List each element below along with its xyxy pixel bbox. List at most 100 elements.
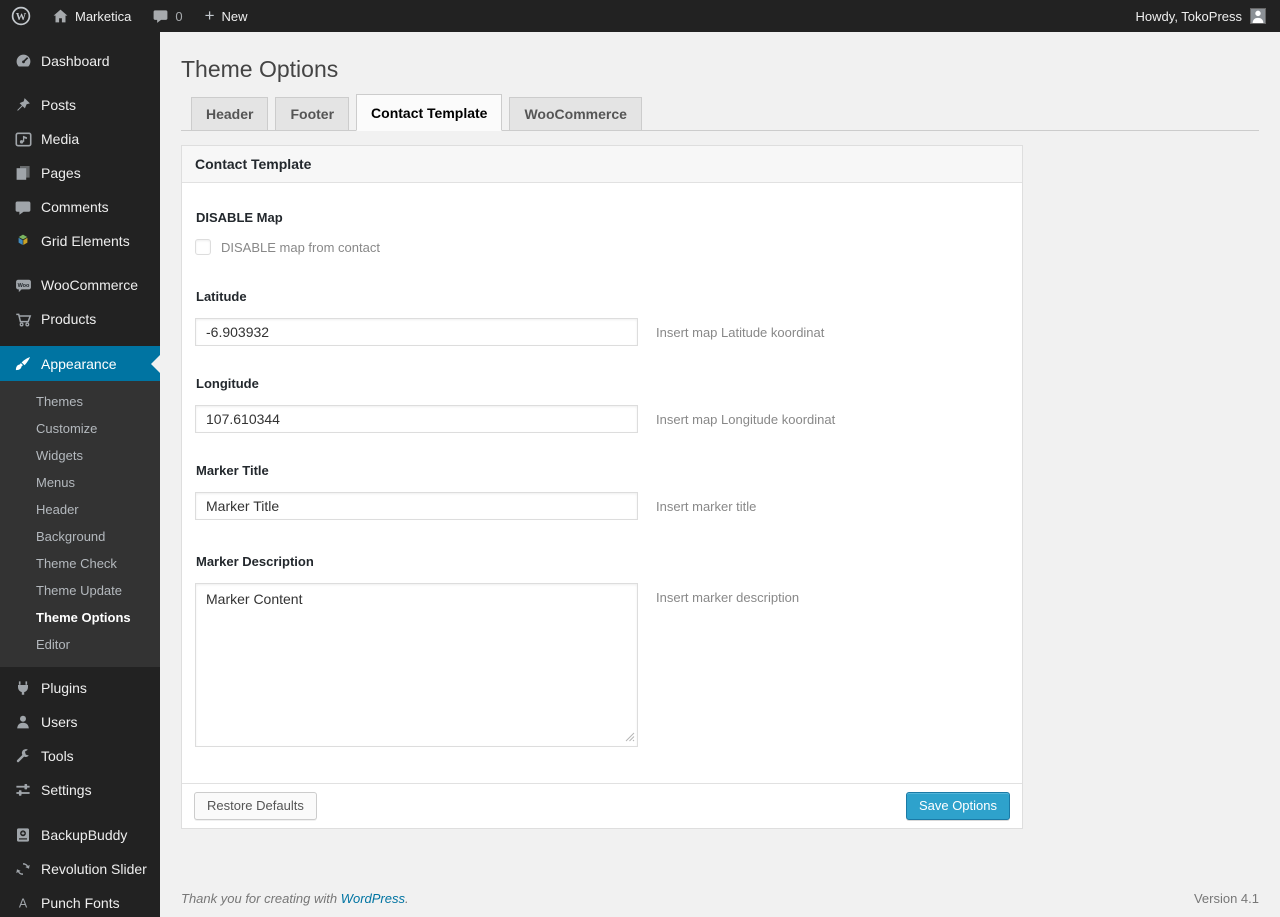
help-text: Insert map Longitude koordinat (656, 412, 836, 427)
sidebar-item-plugins[interactable]: Plugins (0, 671, 160, 705)
submenu-item-themes[interactable]: Themes (0, 388, 160, 415)
sidebar-item-dashboard[interactable]: Dashboard (0, 44, 160, 78)
sidebar-label: Media (41, 131, 80, 147)
media-icon (13, 129, 33, 149)
sidebar-item-users[interactable]: Users (0, 705, 160, 739)
howdy-text: Howdy, TokoPress (1135, 8, 1242, 24)
tab-bar: Header Footer Contact Template WooCommer… (181, 94, 1259, 131)
new-content-menu[interactable]: + New (194, 0, 259, 32)
field-label: Latitude (196, 289, 247, 304)
panel-body: DISABLE Map DISABLE map from contact Lat… (182, 183, 1022, 783)
field-group-longitude: Longitude Insert map Longitude koordinat (195, 376, 1009, 433)
field-group-marker-description: Marker Description Insert marker descrip… (195, 554, 1009, 747)
thanks-text: Thank you for creating with (181, 891, 341, 906)
footer-thanks: Thank you for creating with WordPress. (181, 891, 409, 906)
sidebar-item-woocommerce[interactable]: Woo WooCommerce (0, 268, 160, 302)
new-label: New (221, 8, 248, 24)
comment-bubble-icon (153, 9, 168, 23)
tab-woocommerce[interactable]: WooCommerce (509, 97, 642, 130)
pages-icon (13, 163, 33, 183)
comments-menu[interactable]: 0 (142, 0, 193, 32)
sidebar-label: Users (41, 714, 78, 730)
svg-text:W: W (16, 12, 27, 23)
sidebar-label: Pages (41, 165, 81, 181)
panel-footer: Restore Defaults Save Options (182, 783, 1022, 828)
submenu-item-theme-check[interactable]: Theme Check (0, 550, 160, 577)
sidebar-item-settings[interactable]: Settings (0, 773, 160, 807)
sidebar-item-appearance[interactable]: Appearance (0, 346, 160, 381)
submenu-item-widgets[interactable]: Widgets (0, 442, 160, 469)
submenu-item-background[interactable]: Background (0, 523, 160, 550)
site-name-menu[interactable]: Marketica (42, 0, 142, 32)
woocommerce-icon: Woo (13, 275, 33, 295)
tab-contact-template[interactable]: Contact Template (356, 94, 503, 131)
help-text: Insert map Latitude koordinat (656, 325, 825, 340)
comment-icon (13, 197, 33, 217)
sidebar-item-media[interactable]: Media (0, 122, 160, 156)
home-icon (53, 9, 68, 23)
panel-title: Contact Template (182, 146, 1022, 183)
sidebar-label: Punch Fonts (41, 895, 120, 911)
sidebar-item-pages[interactable]: Pages (0, 156, 160, 190)
current-menu-arrow (151, 354, 160, 373)
field-label: Marker Description (196, 554, 314, 569)
wordpress-link[interactable]: WordPress (341, 891, 405, 906)
site-name: Marketica (75, 8, 132, 24)
sidebar-item-products[interactable]: Products (0, 302, 160, 336)
help-text: Insert marker description (656, 590, 800, 605)
sidebar-item-comments[interactable]: Comments (0, 190, 160, 224)
settings-icon (13, 780, 33, 800)
admin-bar: W Marketica 0 + New Howdy, TokoPress (0, 0, 1280, 32)
submenu-item-customize[interactable]: Customize (0, 415, 160, 442)
sidebar-item-backupbuddy[interactable]: BackupBuddy (0, 818, 160, 852)
sidebar-item-grid-elements[interactable]: Grid Elements (0, 224, 160, 258)
submenu-item-menus[interactable]: Menus (0, 469, 160, 496)
submenu-item-editor[interactable]: Editor (0, 631, 160, 658)
sidebar-label: Grid Elements (41, 233, 130, 249)
wordpress-logo-icon: W (11, 6, 31, 26)
admin-sidebar: Dashboard Posts Media Pages Comments Gri… (0, 32, 160, 917)
marker-description-textarea[interactable] (195, 583, 638, 747)
checkbox-label[interactable]: DISABLE map from contact (221, 240, 380, 255)
sidebar-label: Posts (41, 97, 77, 113)
plus-icon: + (204, 5, 215, 25)
pushpin-icon (13, 95, 33, 115)
longitude-input[interactable] (195, 405, 638, 433)
submenu-item-header[interactable]: Header (0, 496, 160, 523)
svg-text:Woo: Woo (17, 282, 29, 288)
field-group-disable-map: DISABLE Map DISABLE map from contact (195, 210, 1009, 255)
avatar (1250, 8, 1266, 24)
sidebar-item-posts[interactable]: Posts (0, 88, 160, 122)
dashboard-icon (13, 51, 33, 71)
submenu-item-theme-update[interactable]: Theme Update (0, 577, 160, 604)
latitude-input[interactable] (195, 318, 638, 346)
tab-header[interactable]: Header (191, 97, 269, 130)
marker-title-input[interactable] (195, 492, 638, 520)
sidebar-label: Revolution Slider (41, 861, 147, 877)
wordpress-logo-menu[interactable]: W (0, 0, 42, 32)
main-content: Theme Options Header Footer Contact Temp… (160, 32, 1280, 917)
help-text: Insert marker title (656, 499, 757, 514)
save-options-button[interactable]: Save Options (905, 792, 1010, 820)
svg-text:A: A (19, 896, 28, 910)
account-menu[interactable]: Howdy, TokoPress (1122, 0, 1280, 32)
disable-map-checkbox[interactable] (195, 239, 211, 255)
cycle-arrows-icon (13, 859, 33, 879)
admin-bar-left: W Marketica 0 + New (0, 0, 259, 32)
sidebar-item-revolution-slider[interactable]: Revolution Slider (0, 852, 160, 886)
page-title: Theme Options (181, 56, 339, 82)
backup-icon (13, 825, 33, 845)
submenu-item-theme-options[interactable]: Theme Options (0, 604, 160, 631)
sidebar-label: BackupBuddy (41, 827, 128, 843)
thanks-period: . (405, 891, 409, 906)
sidebar-label: Comments (41, 199, 109, 215)
restore-defaults-button[interactable]: Restore Defaults (194, 792, 317, 820)
sidebar-item-tools[interactable]: Tools (0, 739, 160, 773)
paintbrush-icon (13, 354, 33, 374)
grid-elements-icon (13, 231, 33, 251)
sidebar-label: WooCommerce (41, 277, 138, 293)
plug-icon (13, 678, 33, 698)
tab-footer[interactable]: Footer (275, 97, 350, 130)
admin-bar-right: Howdy, TokoPress (1122, 0, 1280, 32)
sidebar-item-punch-fonts[interactable]: A Punch Fonts (0, 886, 160, 917)
